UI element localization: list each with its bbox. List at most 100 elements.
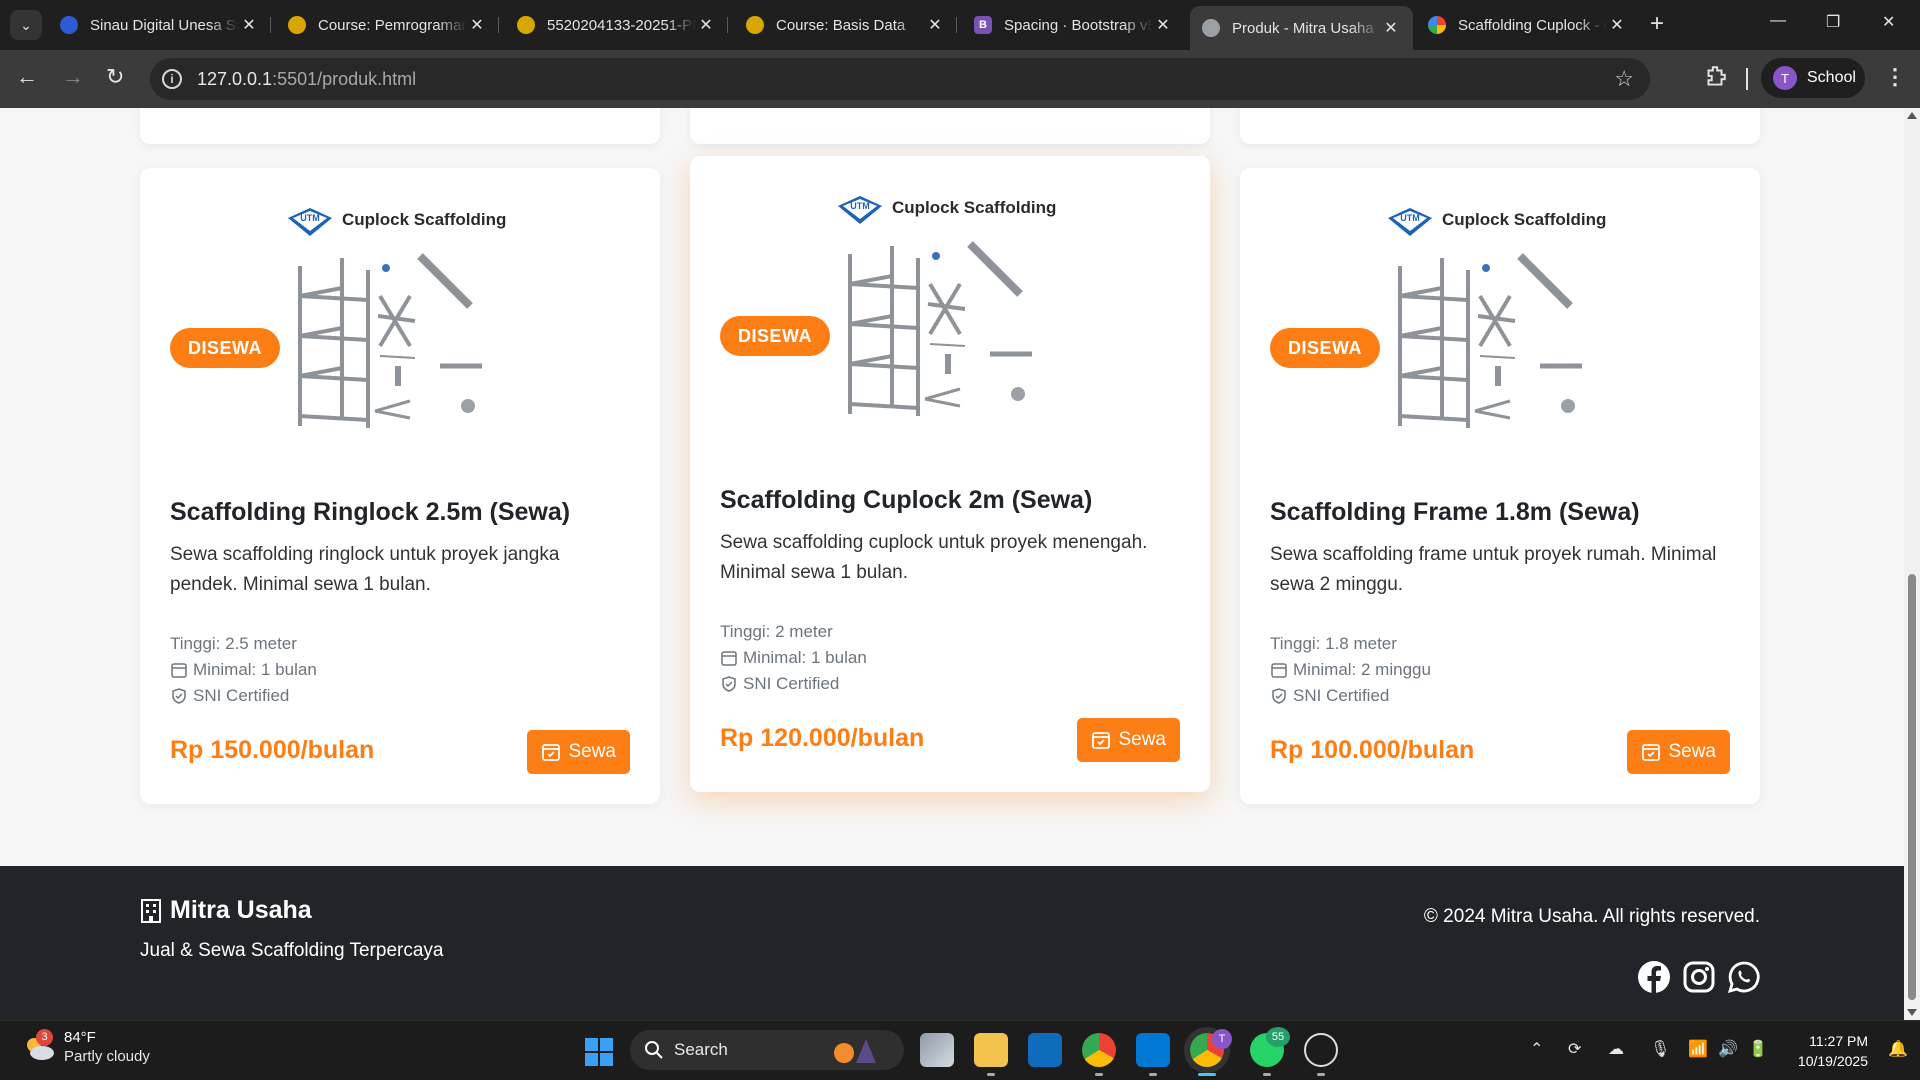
running-indicator [1263, 1073, 1271, 1076]
menu-kebab-icon[interactable]: ⋮ [1884, 64, 1906, 90]
profile-button[interactable]: T School [1761, 58, 1865, 98]
tab-produk-active[interactable]: Produk - Mitra Usaha ✕ [1190, 6, 1413, 50]
tab-sinau-digital[interactable]: Sinau Digital Unesa Surabaya ✕ [48, 8, 271, 42]
site-info-icon[interactable]: i [162, 69, 182, 89]
rent-button[interactable]: Sewa [1627, 730, 1730, 774]
battery-icon[interactable]: 🔋 [1748, 1039, 1768, 1059]
new-tab-button[interactable]: + [1650, 12, 1664, 36]
address-bar[interactable]: i 127.0.0.1:5501/produk.html ☆ [150, 58, 1650, 100]
whatsapp-badge: 55 [1266, 1027, 1290, 1047]
product-image: UTM Cuplock Scaffolding [838, 196, 1056, 416]
footer-copyright: © 2024 Mitra Usaha. All rights reserved. [1423, 906, 1760, 927]
taskbar-search[interactable]: Search [630, 1030, 904, 1070]
windows-start-icon[interactable] [584, 1037, 614, 1067]
search-highlight-icon [834, 1039, 876, 1063]
tab-title: Spacing · Bootstrap v5.3 [1004, 16, 1153, 34]
chevron-up-icon[interactable]: ⌃ [1530, 1039, 1543, 1059]
tab-title: Course: Basis Data [776, 16, 906, 34]
bootstrap-icon: B [974, 16, 992, 34]
windows-taskbar: 3 84°F Partly cloudy Search T 55 ⌃ ⟳ ☁ 🎙… [0, 1020, 1920, 1080]
calendar-icon [721, 651, 737, 666]
close-window-icon[interactable]: ✕ [1882, 12, 1895, 32]
tab-basis-data[interactable]: Course: Basis Data ✕ [734, 8, 957, 42]
product-description: Sewa scaffolding ringlock untuk proyek j… [170, 544, 560, 595]
tab-title: Course: Pemrograman Web [318, 16, 467, 34]
rent-button[interactable]: Sewa [1077, 718, 1180, 762]
rent-button-label: Sewa [568, 741, 616, 762]
rent-button[interactable]: Sewa [527, 730, 630, 774]
tab-ppw[interactable]: 5520204133-20251-PPW ✕ [505, 8, 728, 42]
scroll-up-arrow[interactable] [1907, 112, 1917, 119]
tab-google-search[interactable]: Scaffolding Cuplock - Google ✕ [1416, 8, 1639, 42]
notification-bell-icon[interactable]: 🔔 [1888, 1039, 1908, 1059]
clock-date: 10/19/2025 [1797, 1053, 1868, 1069]
product-price: Rp 150.000/bulan [170, 736, 375, 764]
outlook-icon[interactable] [1028, 1033, 1062, 1067]
whatsapp-icon[interactable] [1727, 960, 1761, 994]
running-indicator-active [1198, 1073, 1216, 1076]
chrome-icon[interactable] [1082, 1033, 1116, 1067]
forward-icon[interactable]: → [62, 66, 84, 88]
product-card: UTM Cuplock Scaffolding DISEWA Scaffoldi… [140, 168, 660, 804]
close-icon[interactable]: ✕ [467, 15, 487, 35]
product-image: UTM Cuplock Scaffolding [288, 208, 506, 428]
spec-certified: SNI Certified [170, 686, 289, 706]
close-icon[interactable]: ✕ [1381, 18, 1401, 38]
partly-cloudy-icon: 3 [22, 1029, 56, 1063]
onedrive-icon[interactable]: ☁ [1608, 1039, 1624, 1059]
close-icon[interactable]: ✕ [696, 15, 716, 35]
url-text[interactable]: 127.0.0.1:5501/produk.html [197, 69, 416, 90]
google-icon [1428, 16, 1446, 34]
product-price: Rp 120.000/bulan [720, 724, 925, 752]
tab-course-pemrograman[interactable]: Course: Pemrograman Web ✕ [276, 8, 499, 42]
tab-search-button[interactable]: ⌄ [10, 10, 42, 40]
spec-minimum-text: Minimal: 2 minggu [1293, 660, 1431, 679]
tab-title: 5520204133-20251-PPW [547, 16, 696, 34]
calendar-icon [1271, 663, 1287, 678]
file-explorer-icon[interactable] [974, 1033, 1008, 1067]
spec-height: Tinggi: 1.8 meter [1270, 634, 1397, 654]
weather-widget[interactable]: 3 84°F Partly cloudy [22, 1029, 150, 1067]
close-icon[interactable]: ✕ [925, 15, 945, 35]
close-icon[interactable]: ✕ [239, 15, 259, 35]
spec-minimum-text: Minimal: 1 bulan [193, 660, 317, 679]
extensions-icon[interactable] [1702, 64, 1728, 90]
restore-icon[interactable]: ❐ [1826, 12, 1840, 32]
search-icon [645, 1041, 663, 1059]
url-host: 127.0.0.1 [197, 69, 273, 89]
footer-tagline: Jual & Sewa Scaffolding Terpercaya [140, 940, 444, 961]
shield-check-icon [722, 676, 736, 692]
task-view-icon[interactable] [920, 1033, 954, 1067]
profile-label: School [1807, 69, 1856, 86]
scrollbar-thumb[interactable] [1908, 574, 1916, 1000]
spec-minimum: Minimal: 1 bulan [170, 660, 317, 680]
taskbar-clock[interactable]: 11:27 PM 10/19/2025 [1780, 1031, 1868, 1071]
bookmark-star-icon[interactable]: ☆ [1614, 66, 1634, 92]
tab-bootstrap-spacing[interactable]: B Spacing · Bootstrap v5.3 ✕ [962, 8, 1185, 42]
instagram-icon[interactable] [1682, 960, 1716, 994]
browser-toolbar: ← → ↻ i 127.0.0.1:5501/produk.html ☆ T S… [0, 50, 1920, 108]
running-indicator [1095, 1073, 1103, 1076]
calendar-check-icon [542, 744, 561, 761]
vscode-icon[interactable] [1136, 1033, 1170, 1067]
sync-icon[interactable]: ⟳ [1568, 1039, 1581, 1059]
obs-icon[interactable] [1304, 1033, 1338, 1067]
microphone-icon[interactable]: 🎙 [1650, 1039, 1670, 1059]
product-description: Sewa scaffolding cuplock untuk proyek me… [720, 532, 1148, 583]
product-card: UTM Cuplock Scaffolding DISEWA Scaffoldi… [690, 156, 1210, 792]
rent-button-label: Sewa [1118, 729, 1166, 750]
wifi-icon[interactable]: 📶 [1688, 1039, 1708, 1059]
scroll-down-arrow[interactable] [1907, 1009, 1917, 1016]
reload-icon[interactable]: ↻ [106, 66, 124, 88]
close-icon[interactable]: ✕ [1607, 15, 1627, 35]
facebook-icon[interactable] [1637, 960, 1671, 994]
close-icon[interactable]: ✕ [1153, 15, 1173, 35]
minimize-icon[interactable]: — [1770, 12, 1786, 30]
back-icon[interactable]: ← [16, 66, 38, 88]
page-scrollbar[interactable] [1904, 108, 1920, 1020]
volume-icon[interactable]: 🔊 [1718, 1039, 1738, 1059]
calendar-check-icon [1092, 732, 1111, 749]
globe-icon [1202, 19, 1220, 37]
product-price: Rp 100.000/bulan [1270, 736, 1475, 764]
product-card-partial [690, 108, 1210, 144]
